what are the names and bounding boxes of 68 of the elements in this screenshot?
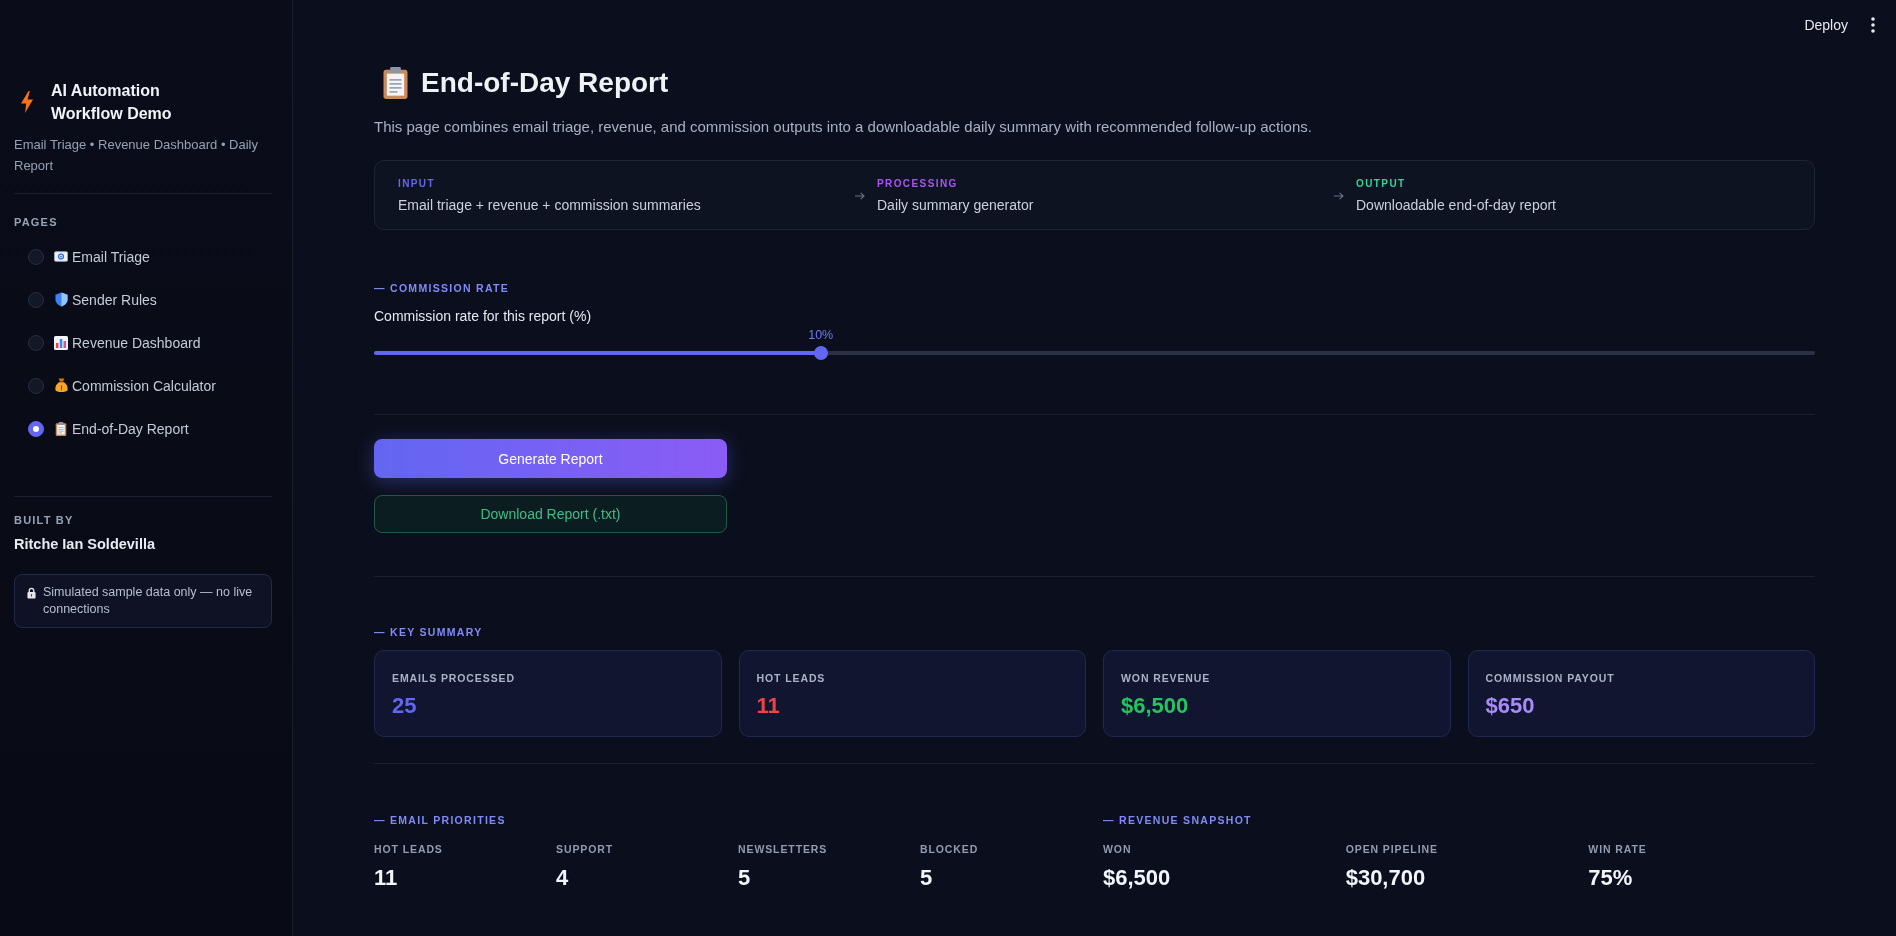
secondary-button[interactable]: Download Report (.txt) [374, 495, 727, 533]
lightning-icon [21, 91, 33, 113]
section-heading: — EMAIL PRIORITIES [374, 813, 507, 827]
envelope-icon [54, 251, 68, 262]
slider-thumb[interactable] [813, 346, 828, 360]
arrow-right-icon [1334, 192, 1344, 200]
section-heading: — KEY SUMMARY [374, 625, 484, 639]
stage-text: Downloadable end-of-day report [1356, 196, 1557, 215]
page-link[interactable]: End-of-Day Report [72, 418, 189, 439]
stat-value: 4 [556, 864, 570, 892]
metric-label: COMMISSION PAYOUT [1485, 671, 1616, 685]
slider-value: 10% [808, 327, 834, 343]
arrow-right-icon [855, 192, 865, 200]
section-heading: — COMMISSION RATE [374, 281, 511, 295]
sidebar-heading: PAGES [14, 215, 59, 229]
bar-chart-icon [54, 335, 68, 350]
stat-value: 11 [374, 864, 399, 892]
lock-icon [27, 587, 36, 599]
stat-label: HOT LEADS [374, 842, 444, 856]
stat-value: 5 [920, 864, 934, 892]
author-name: Ritche Ian Soldevilla [14, 535, 156, 554]
stage-label: PROCESSING [877, 177, 959, 191]
metric-label: WON REVENUE [1121, 671, 1212, 685]
metric-label: EMAILS PROCESSED [392, 671, 516, 685]
stat-value: 75% [1588, 864, 1634, 892]
radio-button[interactable] [28, 291, 44, 308]
primary-button[interactable]: Generate Report [374, 439, 727, 478]
app-subtitle: Email Triage • Revenue Dashboard • Daily Report [14, 136, 259, 175]
page-link[interactable]: Email Triage [72, 246, 150, 267]
stage-text: Daily summary generator [877, 196, 1035, 215]
money-bag-icon [54, 378, 68, 393]
stat-label: WON [1103, 842, 1133, 856]
metric-value: 25 [392, 692, 418, 720]
clipboard-icon [382, 67, 409, 99]
stat-label: BLOCKED [920, 842, 980, 856]
stat-label: OPEN PIPELINE [1345, 842, 1439, 856]
page-description: This page combines email triage, revenue, and commission outputs into a downloadable daily summary with recommended follow-up actions. [374, 117, 1313, 137]
radio-button[interactable] [28, 248, 44, 265]
stat-label: WIN RATE [1588, 842, 1648, 856]
metric-label: HOT LEADS [756, 671, 827, 685]
radio-button[interactable] [28, 334, 44, 351]
shield-icon [54, 292, 68, 307]
stage-label: OUTPUT [1356, 177, 1407, 191]
stat-value: $6,500 [1103, 864, 1172, 892]
sidebar-heading: BUILT BY [14, 513, 75, 527]
slider-track[interactable] [374, 346, 1815, 360]
stat-value: $30,700 [1345, 864, 1427, 892]
radio-button[interactable] [28, 377, 44, 394]
metric-value: $650 [1485, 692, 1536, 720]
stage-label: INPUT [398, 177, 436, 191]
page-link[interactable]: Sender Rules [72, 289, 157, 310]
stat-label: NEWSLETTERS [738, 842, 829, 856]
metric-value: $6,500 [1121, 692, 1190, 720]
slider-label: Commission rate for this report (%) [374, 307, 593, 326]
notice-text: Simulated sample data only — no live connections [43, 584, 254, 618]
page-link[interactable]: Commission Calculator [72, 375, 216, 396]
stat-value: 5 [738, 864, 752, 892]
more-icon[interactable] [1871, 17, 1875, 33]
page-title: End-of-Day Report [421, 66, 669, 100]
deploy-button[interactable]: Deploy [1804, 13, 1848, 37]
stage-text: Email triage + revenue + commission summaries [398, 196, 702, 215]
app-title: AI Automation Workflow Demo [51, 81, 173, 124]
section-heading: — REVENUE SNAPSHOT [1103, 813, 1253, 827]
page-link[interactable]: Revenue Dashboard [72, 332, 201, 353]
radio-button[interactable] [28, 420, 44, 437]
metric-value: 11 [756, 692, 781, 720]
clipboard-icon [55, 421, 67, 436]
stat-label: SUPPORT [556, 842, 615, 856]
